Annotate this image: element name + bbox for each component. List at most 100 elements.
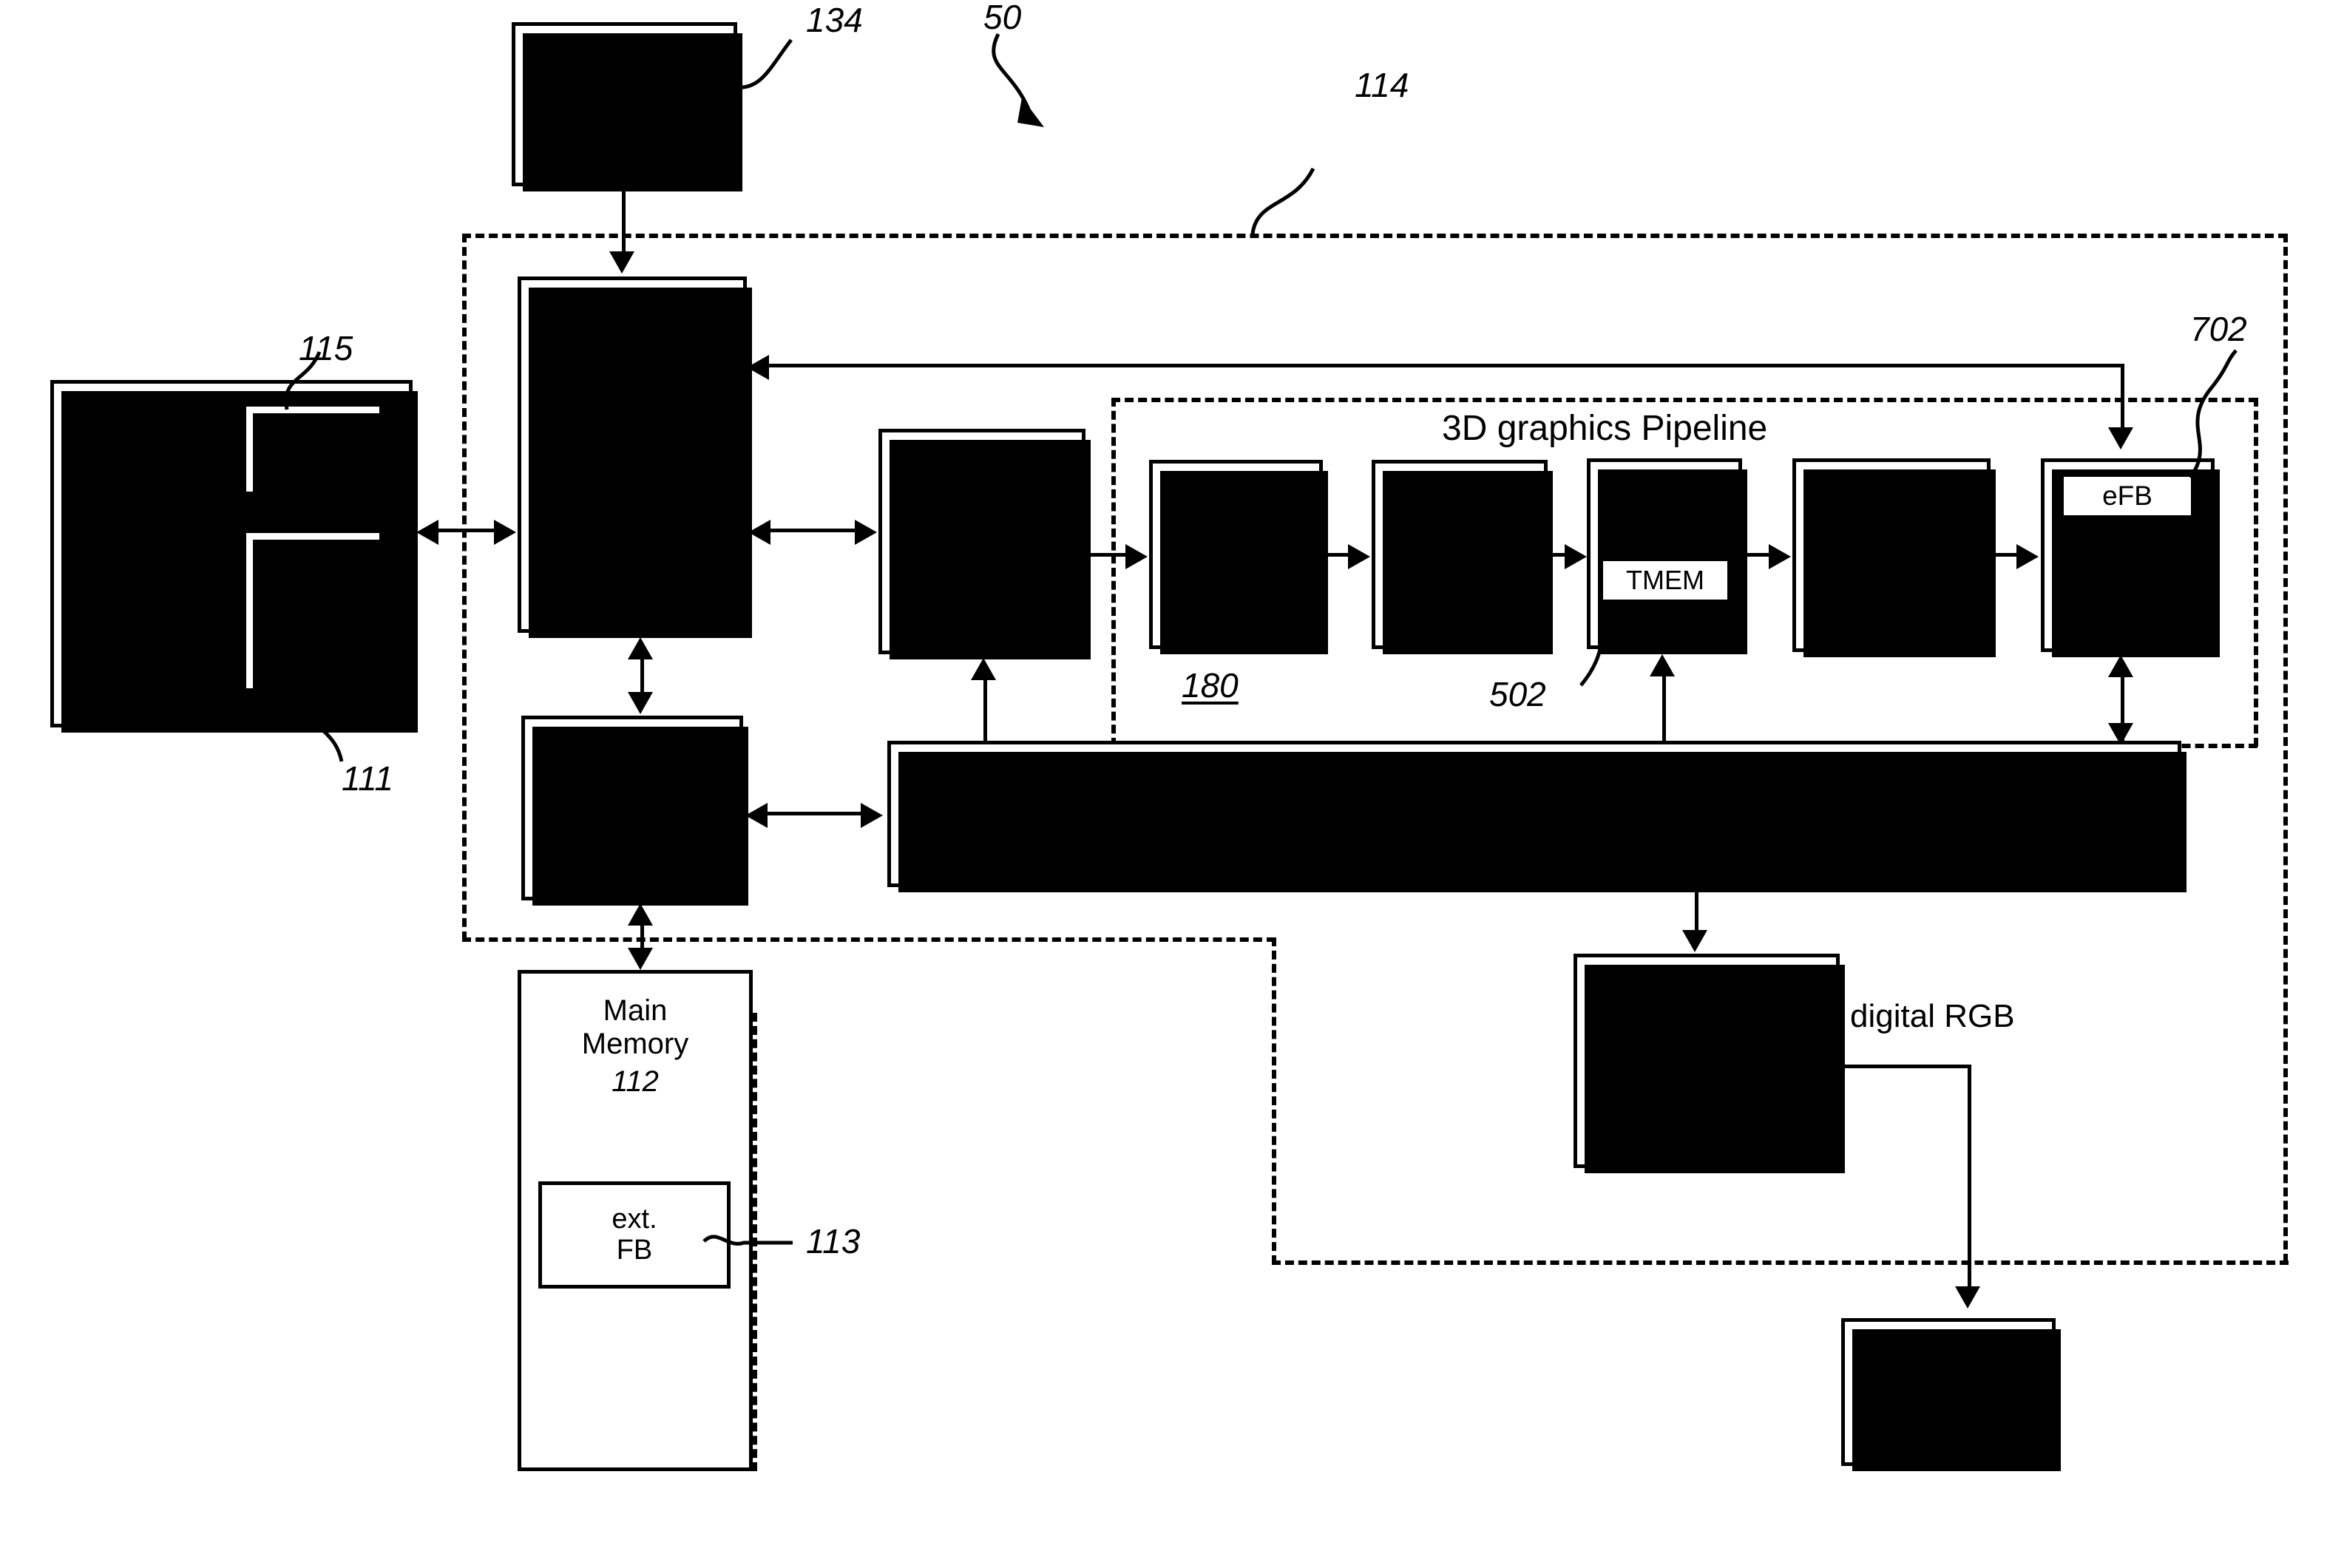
arrowhead-memif-to-arbitration	[861, 803, 883, 828]
region-114-mid-vertical-edge	[1272, 937, 1276, 1264]
arrowhead-mainproc-to-procif	[494, 520, 516, 545]
transform-unit-ref: 300	[1211, 571, 1261, 605]
texture-unit-label: Texture Unit	[1618, 468, 1711, 531]
connector-pixelengine-feedback-vertical	[2121, 364, 2124, 432]
leader-line-114	[1250, 167, 1315, 234]
write-gather-buffer-block[interactable]: Write- gather Buffer	[243, 529, 387, 696]
ref-702: 702	[2190, 310, 2247, 348]
texture-environment-unit-ref: 600	[1866, 588, 1917, 621]
arrowhead-arbitration-to-texture	[1650, 654, 1675, 676]
connector-pixelengine-feedback-horizontal	[769, 364, 2124, 367]
ref-111: 111	[342, 759, 393, 798]
external-storage-block[interactable]: External Storage	[512, 22, 742, 191]
arrowhead-arbitration-to-ccp	[971, 658, 996, 680]
main-memory-label: Main Memory	[581, 994, 689, 1060]
connector-digital-rgb-horizontal	[1841, 1065, 1971, 1068]
connector-memif-arbitration	[768, 812, 864, 815]
pipeline-region-left-edge	[1111, 398, 1116, 747]
tmem-block[interactable]: TMEM	[1599, 557, 1731, 603]
connector-ccp-transform	[1087, 553, 1130, 557]
arrowhead-mainmem-to-memif	[628, 903, 653, 926]
arrowhead-setup-to-texture	[1565, 544, 1587, 569]
region-114-bottom-right-edge	[1272, 1260, 2289, 1265]
figure-canvas: External Storage Main Processor 110 2-Le…	[0, 0, 2344, 1568]
leader-line-502	[1579, 603, 1618, 687]
ref-134: 134	[806, 1, 863, 39]
main-processor-label: Main Processor	[92, 508, 227, 574]
arrowhead-procif-to-mainproc	[416, 520, 438, 545]
arbitration-ref: 130	[1798, 794, 1854, 832]
main-processor-ref: 110	[136, 584, 183, 617]
processor-interface-block[interactable]: Processor Interface 150	[518, 276, 752, 638]
setup-rasterizer-label: Setup/ Rasterizer	[1395, 504, 1524, 567]
texture-environment-unit-label: Texture Environment Unit	[1812, 489, 1971, 583]
ref-113: 113	[806, 1222, 861, 1260]
arrowhead-memif-to-procif	[628, 637, 653, 659]
arrowhead-arbitration-to-memif	[745, 803, 768, 828]
main-memory-ref: 112	[612, 1065, 659, 1098]
ref-114: 114	[1355, 66, 1409, 104]
arrowhead-texture-to-texenv	[1769, 544, 1791, 569]
region-114-left-edge	[462, 234, 467, 940]
cache-command-processor-label: Cache/ Command Processor	[915, 474, 1049, 571]
external-storage-label: External Storage	[570, 71, 679, 137]
leader-line-113	[702, 1235, 793, 1246]
arrowhead-ccp-to-transform	[1125, 544, 1148, 569]
ref-50: 50	[983, 0, 1022, 36]
two-level-cache-label: 2-Level Cache	[266, 417, 359, 480]
transform-unit-block[interactable]: Transform Unit 300	[1149, 460, 1328, 654]
cache-command-processor-block[interactable]: Cache/ Command Processor 200	[878, 429, 1091, 659]
efb-label: eFB	[2102, 480, 2152, 511]
display-controller-video-interface-block[interactable]: Display Controller/ Video Interface 164	[1574, 954, 1845, 1173]
leader-line-50	[992, 33, 1044, 127]
ext-fb-block[interactable]: ext. FB	[538, 1181, 731, 1289]
digital-rgb-label: digital RGB	[1850, 998, 2015, 1034]
arrowhead-digital-rgb-to-display	[1955, 1286, 1980, 1309]
memory-interface-controller-ref: 152	[607, 841, 657, 874]
arrowhead-storage-to-procif	[609, 251, 634, 274]
arrowhead-texenv-to-pixelengine	[2016, 544, 2039, 569]
write-gather-buffer-label: Write- gather Buffer	[273, 563, 353, 656]
arrowhead-arb-to-pixelengine	[2108, 655, 2133, 677]
display-controller-ref: 164	[1681, 1093, 1732, 1127]
arbitration-label: Graphics Memory Request Arbitration	[1215, 794, 1770, 832]
graphics-memory-request-arbitration-block[interactable]: Graphics Memory Request Arbitration 130	[887, 741, 2187, 892]
connector-digital-rgb-vertical	[1968, 1065, 1971, 1291]
memory-interface-controller-block[interactable]: Memory Interface/ Controller 152	[521, 716, 748, 906]
pixel-engine-ref: 700	[2103, 608, 2152, 641]
region-114-bottom-left-edge	[462, 937, 1276, 942]
texture-environment-unit-block[interactable]: Texture Environment Unit 600	[1792, 458, 1996, 657]
pipeline-region-title: 3D graphics Pipeline	[1442, 409, 1768, 448]
arrowhead-feedback-into-pixelengine	[2108, 427, 2133, 449]
region-114-top-edge	[462, 234, 2287, 238]
display-label: Display	[1897, 1356, 1999, 1391]
cache-command-processor-ref: 200	[957, 575, 1007, 608]
two-level-cache-block[interactable]: 2-Level Cache	[243, 403, 387, 500]
arrowhead-procif-to-memif	[628, 692, 653, 714]
setup-rasterizer-ref: 400	[1434, 571, 1485, 605]
transform-unit-label: Transform Unit	[1172, 504, 1300, 567]
leader-line-702	[2188, 349, 2238, 479]
connector-procif-ccp	[770, 529, 858, 532]
tmem-label: TMEM	[1626, 565, 1704, 596]
memory-interface-controller-label: Memory Interface/ Controller	[571, 741, 694, 836]
ext-fb-label: ext. FB	[612, 1203, 657, 1266]
ref-115: 115	[299, 329, 353, 367]
arrowhead-arbitration-to-displayctrl	[1682, 930, 1707, 952]
connector-mainproc-procif	[436, 529, 497, 532]
region-114-right-edge	[2283, 234, 2288, 1263]
setup-rasterizer-block[interactable]: Setup/ Rasterizer 400	[1372, 460, 1553, 654]
ref-502: 502	[1489, 675, 1546, 713]
leader-line-111	[295, 688, 344, 762]
processor-interface-label: Processor Interface	[565, 402, 700, 469]
pixel-engine-label: Pixel Engine	[2084, 542, 2172, 605]
arrowhead-transform-to-setup	[1348, 544, 1370, 569]
display-ref: 56	[1931, 1395, 1965, 1428]
connector-storage-to-procif	[622, 186, 626, 254]
ref-180: 180	[1182, 666, 1239, 705]
arrowhead-procif-to-ccp	[855, 520, 877, 545]
arrowhead-memif-to-mainmem	[628, 948, 653, 970]
display-controller-label: Display Controller/ Video Interface	[1612, 994, 1801, 1089]
display-block[interactable]: Display 56	[1841, 1318, 2061, 1471]
processor-interface-ref: 150	[607, 473, 657, 506]
